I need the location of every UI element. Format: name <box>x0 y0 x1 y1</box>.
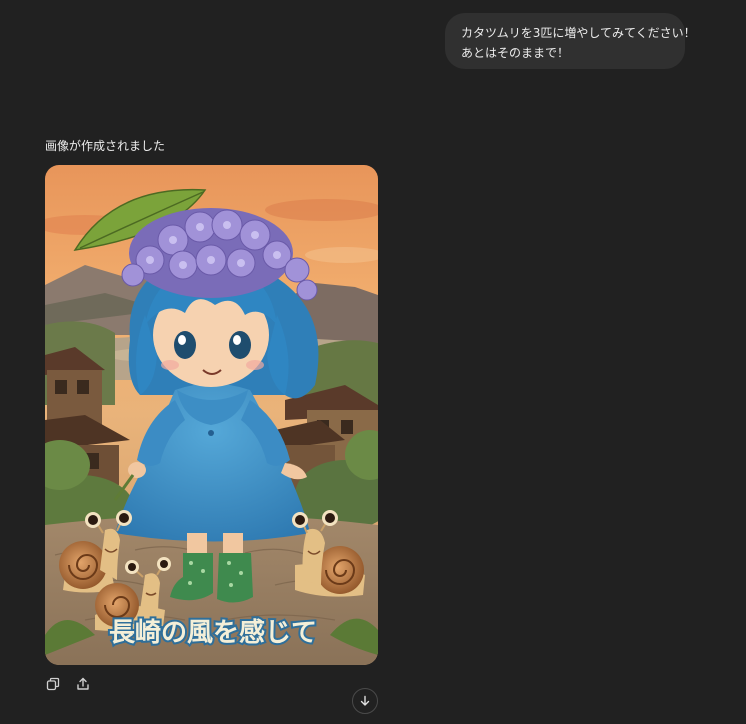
scroll-to-bottom-button[interactable] <box>352 688 378 714</box>
copy-button[interactable] <box>45 676 61 692</box>
user-message-line-2: あとはそのままで！ <box>461 46 570 60</box>
share-button[interactable] <box>75 676 91 692</box>
chat-page: カタツムリを3匹に増やしてみてください！ あとはそのままで！ 画像が作成されまし… <box>0 0 746 724</box>
share-icon <box>77 677 89 690</box>
generated-image[interactable]: 長崎の風を感じて <box>45 165 378 665</box>
image-created-status: 画像が作成されました <box>45 139 166 153</box>
message-actions <box>45 676 91 692</box>
arrow-down-icon <box>360 695 370 706</box>
user-message-bubble: カタツムリを3匹に増やしてみてください！ あとはそのままで！ <box>445 13 696 69</box>
copy-icon <box>46 677 60 691</box>
user-message-line-1: カタツムリを3匹に増やしてみてください！ <box>461 26 696 40</box>
image-caption: 長崎の風を感じて <box>109 618 317 648</box>
